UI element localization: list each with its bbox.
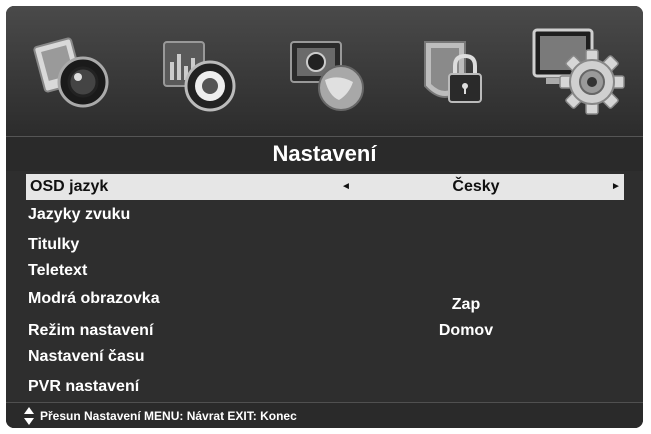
menu-item-value: Česky bbox=[452, 178, 500, 195]
arrow-left-icon[interactable]: ◄ bbox=[341, 174, 351, 200]
page-title: Nastavení bbox=[6, 136, 643, 171]
menu-item-label: PVR nastavení bbox=[28, 378, 140, 395]
menu-item-value: Domov bbox=[438, 322, 494, 339]
menu-item-setup-mode[interactable]: Režim nastavení Domov bbox=[6, 318, 643, 344]
menu-item-osd-language[interactable]: OSD jazyk ◄ Česky ► bbox=[26, 174, 624, 200]
help-text: Přesun Nastavení MENU: Návrat EXIT: Kone… bbox=[40, 409, 297, 423]
menu-item-blue-screen[interactable]: Modrá obrazovka Zap bbox=[6, 286, 643, 313]
sound-menu-icon[interactable] bbox=[154, 28, 244, 118]
up-down-arrows-icon bbox=[24, 407, 34, 425]
menu-item-teletext[interactable]: Teletext bbox=[6, 258, 643, 284]
picture-menu-icon[interactable] bbox=[31, 28, 121, 118]
arrow-right-icon[interactable]: ► bbox=[611, 174, 621, 200]
menu-item-label: Nastavení času bbox=[28, 348, 145, 365]
menu-item-subtitles[interactable]: Titulky bbox=[6, 232, 643, 258]
menu-item-audio-languages[interactable]: Jazyky zvuku bbox=[6, 202, 643, 228]
menu-item-label: Modrá obrazovka bbox=[28, 290, 160, 307]
menu-item-label: OSD jazyk bbox=[30, 178, 109, 195]
help-bar: Přesun Nastavení MENU: Návrat EXIT: Kone… bbox=[6, 402, 643, 428]
tv-osd-screen: Nastavení OSD jazyk ◄ Česky ► Jazyky zvu… bbox=[6, 6, 643, 428]
menu-item-label: Teletext bbox=[28, 262, 88, 279]
settings-menu-icon[interactable] bbox=[528, 20, 625, 115]
menu-item-label: Titulky bbox=[28, 236, 80, 253]
menu-item-value: Zap bbox=[451, 296, 481, 313]
menu-item-pvr-settings[interactable]: PVR nastavení bbox=[6, 374, 643, 400]
menu-item-label: Režim nastavení bbox=[28, 322, 154, 339]
channel-menu-icon[interactable] bbox=[283, 28, 373, 118]
menu-icon-bar bbox=[6, 6, 643, 136]
lock-menu-icon[interactable] bbox=[409, 28, 499, 118]
menu-item-label: Jazyky zvuku bbox=[28, 206, 131, 223]
settings-menu-list: OSD jazyk ◄ Česky ► Jazyky zvuku Titulky… bbox=[6, 170, 643, 398]
menu-item-time-settings[interactable]: Nastavení času bbox=[6, 344, 643, 370]
